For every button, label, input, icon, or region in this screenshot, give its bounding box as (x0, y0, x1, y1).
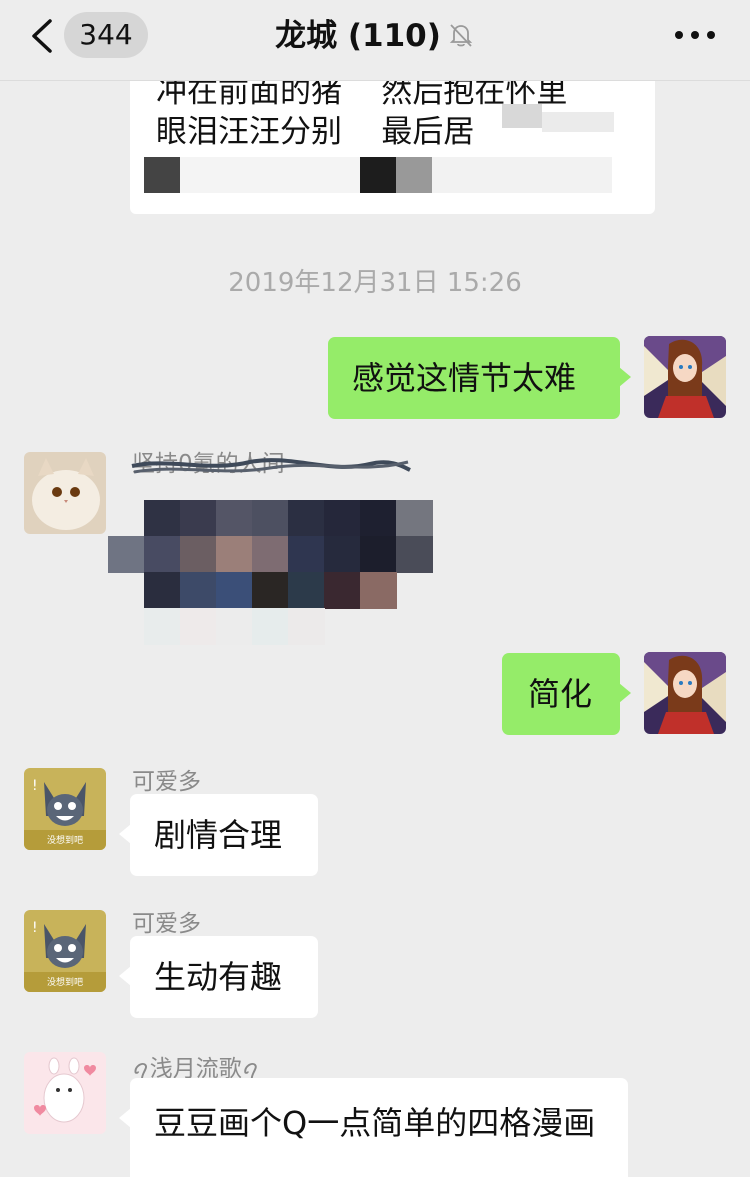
mosaic-pixel (396, 500, 433, 537)
redacted-block (432, 157, 612, 193)
sender-name: 可爱多 (132, 911, 201, 937)
svg-text:!: ! (32, 778, 38, 794)
mosaic-pixel (144, 500, 181, 537)
redacted-block (360, 157, 396, 193)
avatar-caption: 没想到吧 (46, 836, 83, 846)
self-avatar[interactable] (644, 336, 726, 418)
bell-slash-icon (449, 24, 473, 47)
chat-header: 344 龙城 (110) (0, 0, 750, 81)
sender-avatar[interactable]: ! 没想到吧 (24, 768, 106, 850)
mosaic-pixel (180, 536, 217, 573)
sent-message-bubble[interactable]: 感觉这情节太难 (328, 337, 631, 419)
mosaic-pixel (216, 500, 253, 537)
mosaic-pixel (324, 536, 361, 573)
mosaic-pixel (360, 500, 397, 537)
mosaic-pixel (252, 536, 289, 573)
message-timestamp: 2019年12月31日 15:26 (228, 268, 522, 298)
redacted-block (144, 157, 180, 193)
message-text: 豆豆画个Q一点简单的四格漫画 (154, 1104, 596, 1142)
mosaic-pixel (252, 608, 289, 645)
mosaic-pixel (324, 572, 361, 609)
mosaic-pixel (180, 500, 217, 537)
sender-name: 可爱多 (132, 769, 201, 795)
partial-message-card[interactable]: 冲在前面的猪 然后抱在怀里 眼泪汪汪分别 最后居 (130, 80, 655, 214)
group-name: 龙城 (110) (275, 18, 441, 54)
redacted-block (502, 104, 542, 128)
mosaic-pixel (216, 608, 253, 645)
self-avatar[interactable] (644, 652, 726, 734)
redacted-block (396, 157, 432, 193)
received-message-bubble[interactable]: 生动有趣 (119, 936, 318, 1018)
moomin-avatar-icon (24, 1052, 106, 1134)
sender-avatar[interactable] (24, 1052, 106, 1134)
message-text: 生动有趣 (154, 958, 283, 996)
svg-text:!: ! (32, 920, 38, 936)
sent-message-bubble[interactable]: 简化 (502, 653, 631, 735)
sender-avatar[interactable]: ! 没想到吧 (24, 910, 106, 992)
message-list[interactable]: 冲在前面的猪 然后抱在怀里 眼泪汪汪分别 最后居 2019年12月31日 15:… (0, 80, 750, 1177)
mosaic-pixel (360, 572, 397, 609)
cat-avatar-icon (24, 452, 106, 534)
mosaic-pixel (144, 572, 181, 609)
mosaic-pixel (288, 572, 325, 609)
received-message-bubble[interactable]: 剧情合理 (119, 794, 318, 876)
mosaic-pixel (324, 500, 361, 537)
anime-girl-avatar-icon (644, 652, 726, 734)
message-text: 简化 (528, 675, 593, 713)
message-text: 感觉这情节太难 (352, 359, 577, 397)
mosaic-pixel (288, 608, 325, 645)
received-message-bubble[interactable]: 豆豆画个Q一点简单的四格漫画 (119, 1078, 628, 1177)
mosaic-pixel (360, 536, 397, 573)
card-text-line: 眼泪汪汪分别 最后居 (156, 114, 475, 150)
mosaic-pixel (252, 500, 289, 537)
mosaic-pixel (216, 536, 253, 573)
mosaic-pixel (396, 536, 433, 573)
sender-avatar[interactable] (24, 452, 106, 534)
chat-title: 龙城 (110) (0, 14, 750, 58)
more-dots-icon[interactable] (670, 22, 720, 48)
anime-girl-avatar-icon (644, 336, 726, 418)
mosaic-pixel (216, 572, 253, 609)
redacted-block (542, 112, 614, 132)
avatar-caption: 没想到吧 (46, 978, 83, 988)
mosaic-pixel (180, 572, 217, 609)
mosaic-pixel (180, 608, 217, 645)
mosaic-pixel (252, 572, 289, 609)
message-text: 剧情合理 (154, 816, 283, 854)
mosaic-pixel (288, 500, 325, 537)
redacted-block (180, 157, 360, 193)
mosaic-pixel (144, 608, 181, 645)
mosaic-pixel (288, 536, 325, 573)
mosaic-pixel (108, 536, 145, 573)
pixelated-image-message[interactable] (108, 464, 433, 645)
mosaic-pixel (144, 536, 181, 573)
